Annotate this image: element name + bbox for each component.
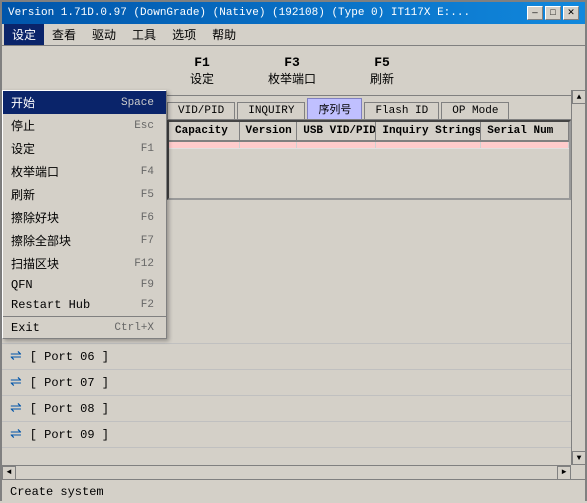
usb-icon-06: ⇌ (10, 348, 22, 365)
menu-item-driver[interactable]: 驱动 (84, 24, 124, 45)
dropdown-item-start[interactable]: 开始 Space (3, 91, 166, 114)
td-inquiry (376, 142, 481, 148)
port-label-08: [ Port 08 ] (30, 402, 109, 416)
menu-item-view[interactable]: 查看 (44, 24, 84, 45)
dropdown-item-refresh[interactable]: 刷新 F5 (3, 183, 166, 206)
toolbar: F1 设定 F3 枚举端口 F5 刷新 (167, 46, 585, 96)
menu-item-tools[interactable]: 工具 (124, 24, 164, 45)
usb-icon-09: ⇌ (10, 426, 22, 443)
title-text: Version 1.71D.0.97 (DownGrade) (Native) … (8, 7, 470, 19)
td-version (240, 142, 298, 148)
usb-icon-08: ⇌ (10, 400, 22, 417)
th-serial: Serial Num (481, 122, 569, 140)
th-version: Version (240, 122, 298, 140)
dropdown-item-stop[interactable]: 停止 Esc (3, 114, 166, 137)
port-scrollbar-right: ▲ ▼ (571, 90, 585, 465)
dropdown-item-eraseok[interactable]: 擦除好块 F6 (3, 206, 166, 229)
tab-bar: VID/PID INQUIRY 序列号 Flash ID OP Mode (167, 96, 585, 120)
menu-bar: 设定 查看 驱动 工具 选项 帮助 (2, 24, 585, 46)
restore-button[interactable]: □ (545, 6, 561, 20)
minimize-button[interactable]: — (527, 6, 543, 20)
toolbar-btn-f3[interactable]: F3 枚举端口 (267, 55, 317, 87)
toolbar-btn-f1[interactable]: F1 设定 (177, 55, 227, 87)
port-label-06: [ Port 06 ] (30, 350, 109, 364)
tab-flashid[interactable]: Flash ID (364, 102, 439, 119)
dropdown-menu: 开始 Space 停止 Esc 设定 F1 枚举端口 F4 刷新 F5 (2, 90, 167, 339)
close-button[interactable]: ✕ (563, 6, 579, 20)
port-row-09: ⇌ [ Port 09 ] (2, 422, 571, 448)
tab-vidpid[interactable]: VID/PID (167, 102, 235, 119)
th-capacity: Capacity (169, 122, 240, 140)
status-text: Create system (10, 485, 104, 499)
h-scroll-right[interactable]: ► (557, 466, 571, 480)
port-list: ⇌ [ Port 05 ] ⇌ [ Port 06 ] ⇌ [ Port 07 … (2, 318, 571, 465)
td-capacity (169, 142, 240, 148)
table-body (169, 142, 569, 196)
table-frame: Capacity Version USB VID/PID Inquiry Str… (167, 120, 571, 200)
td-serial (481, 142, 569, 148)
title-bar: Version 1.71D.0.97 (DownGrade) (Native) … (2, 2, 585, 24)
dropdown-item-scan[interactable]: 扫描区块 F12 (3, 252, 166, 275)
h-scrollbar: ◄ ► (2, 465, 571, 479)
tab-inquiry[interactable]: INQUIRY (237, 102, 305, 119)
dropdown-item-enum[interactable]: 枚举端口 F4 (3, 160, 166, 183)
td-usbvidpid (297, 142, 376, 148)
dropdown-item-exit[interactable]: Exit Ctrl+X (3, 318, 166, 338)
port-row-07: ⇌ [ Port 07 ] (2, 370, 571, 396)
port-row-08: ⇌ [ Port 08 ] (2, 396, 571, 422)
table-header: Capacity Version USB VID/PID Inquiry Str… (169, 122, 569, 142)
toolbar-btn-f5[interactable]: F5 刷新 (357, 55, 407, 87)
dropdown-item-eraseall[interactable]: 擦除全部块 F7 (3, 229, 166, 252)
tab-opmode[interactable]: OP Mode (441, 102, 509, 119)
port-row-06: ⇌ [ Port 06 ] (2, 344, 571, 370)
tab-serial[interactable]: 序列号 (307, 98, 362, 119)
dropdown-separator (3, 316, 166, 317)
dropdown-item-restarthub[interactable]: Restart Hub F2 (3, 295, 166, 315)
usb-icon-07: ⇌ (10, 374, 22, 391)
table-row (169, 142, 569, 149)
menu-item-help[interactable]: 帮助 (204, 24, 244, 45)
menu-item-settings[interactable]: 设定 (4, 24, 44, 45)
h-scroll-track (16, 466, 557, 480)
th-inquiry: Inquiry Strings (376, 122, 481, 140)
title-buttons: — □ ✕ (527, 6, 579, 20)
dropdown-item-qfn[interactable]: QFN F9 (3, 275, 166, 295)
th-usbvidpid: USB VID/PID (297, 122, 376, 140)
content-wrapper: 开始 Space 停止 Esc 设定 F1 枚举端口 F4 刷新 F5 (2, 46, 585, 503)
h-scroll-left[interactable]: ◄ (2, 466, 16, 480)
port-scroll-down[interactable]: ▼ (572, 451, 586, 465)
port-label-07: [ Port 07 ] (30, 376, 109, 390)
status-bar: Create system (2, 479, 585, 503)
port-scroll-up[interactable]: ▲ (572, 90, 586, 104)
menu-item-options[interactable]: 选项 (164, 24, 204, 45)
dropdown-item-settings[interactable]: 设定 F1 (3, 137, 166, 160)
port-label-09: [ Port 09 ] (30, 428, 109, 442)
table-inner: Capacity Version USB VID/PID Inquiry Str… (169, 122, 569, 198)
